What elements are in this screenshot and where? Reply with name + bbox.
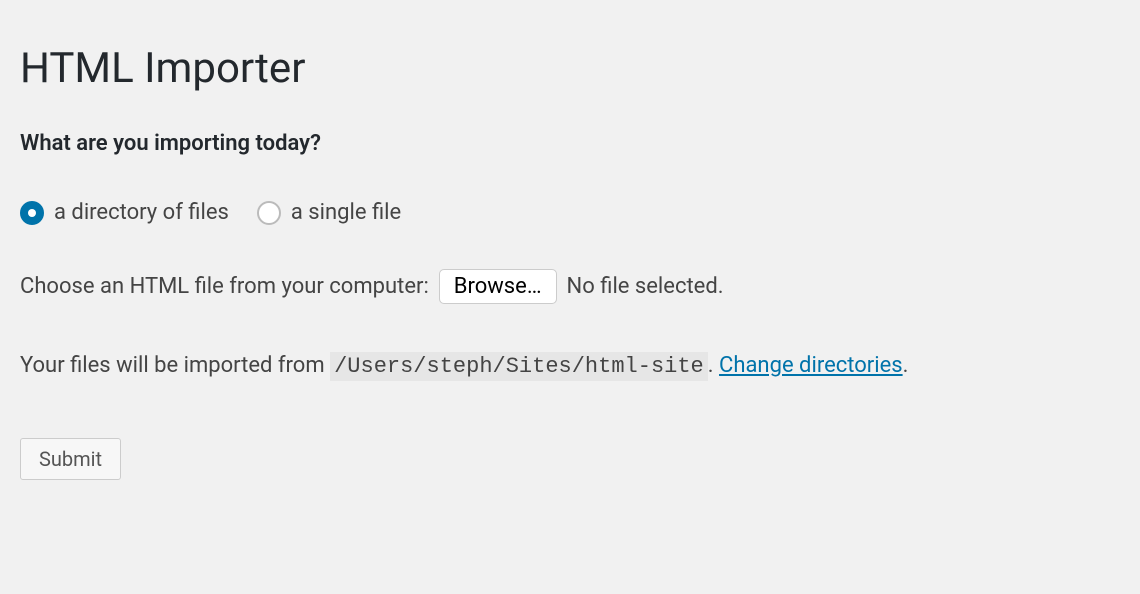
page-title: HTML Importer — [20, 44, 1120, 93]
import-path-value: /Users/steph/Sites/html-site — [330, 352, 708, 381]
import-type-radio-group: a directory of files a single file — [20, 200, 1120, 225]
browse-button[interactable]: Browse… — [439, 269, 557, 304]
path-suffix: . — [708, 353, 719, 378]
radio-icon — [20, 201, 44, 225]
no-file-selected: No file selected. — [567, 274, 724, 299]
radio-label-directory: a directory of files — [54, 200, 229, 225]
import-question: What are you importing today? — [20, 131, 1120, 156]
submit-button[interactable]: Submit — [20, 438, 121, 480]
change-directories-link[interactable]: Change directories — [719, 353, 903, 378]
path-prefix: Your files will be imported from — [20, 353, 330, 378]
radio-option-single[interactable]: a single file — [257, 200, 401, 225]
import-path-row: Your files will be imported from /Users/… — [20, 348, 1120, 384]
radio-icon — [257, 201, 281, 225]
file-chooser-row: Choose an HTML file from your computer: … — [20, 269, 1120, 304]
radio-option-directory[interactable]: a directory of files — [20, 200, 229, 225]
file-chooser-label: Choose an HTML file from your computer: — [20, 274, 429, 299]
path-end: . — [903, 353, 909, 378]
radio-label-single: a single file — [291, 200, 401, 225]
